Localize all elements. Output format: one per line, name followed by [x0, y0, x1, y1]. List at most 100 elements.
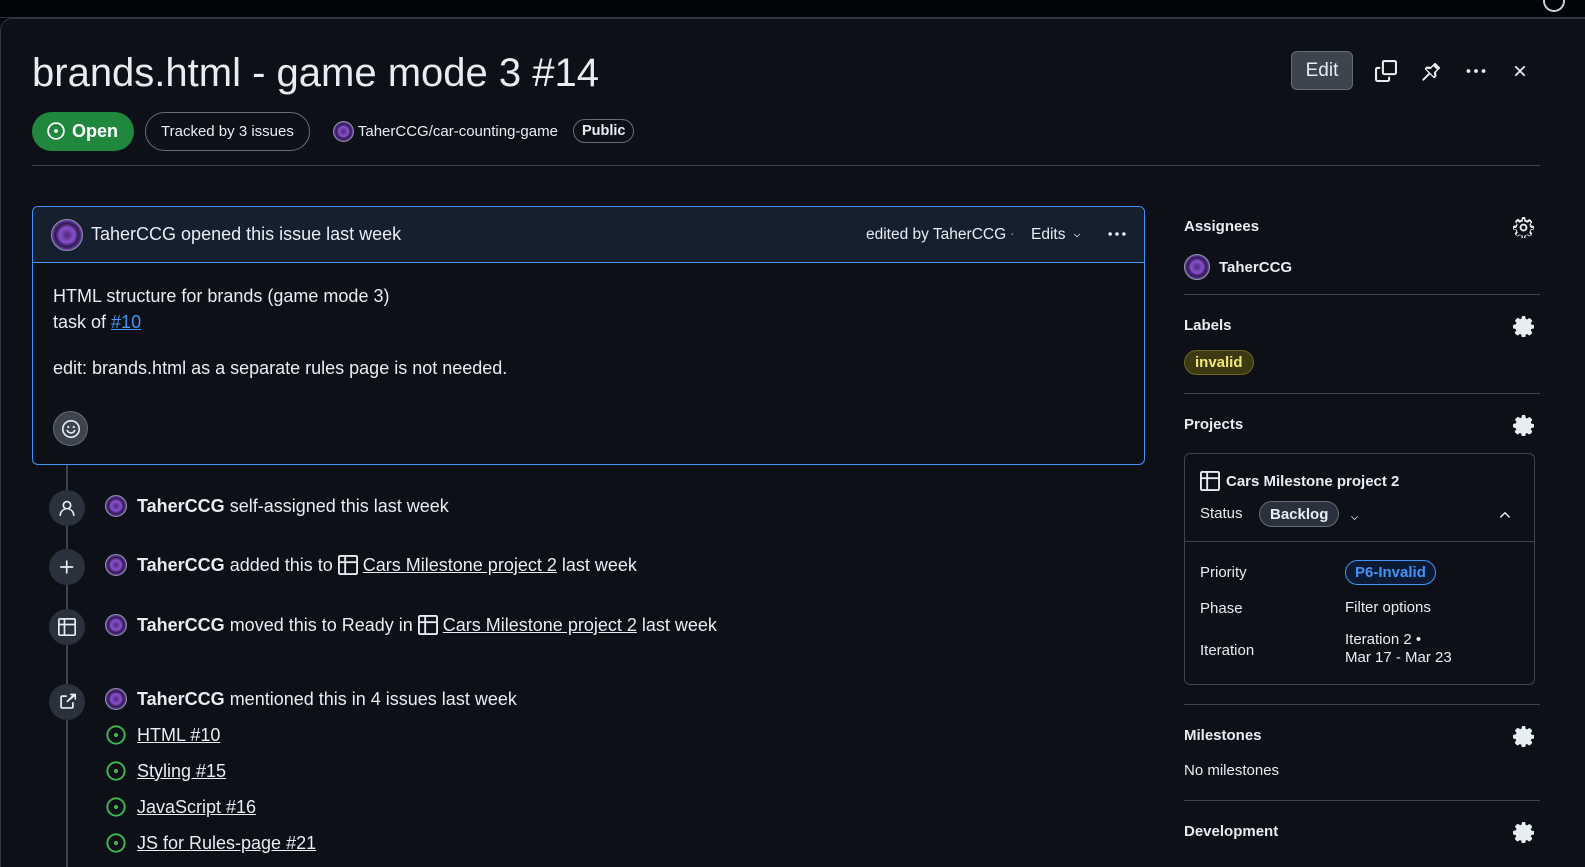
gear-icon[interactable] — [1513, 414, 1535, 439]
issue-open-icon — [47, 122, 65, 140]
assignee-name[interactable]: TaherCCG — [1219, 259, 1292, 276]
edits-label: Edits — [1031, 226, 1066, 243]
author-avatar[interactable] — [51, 218, 83, 251]
body-task-prefix: task of — [53, 312, 107, 332]
mention-link[interactable]: HTML #10 — [137, 725, 220, 746]
mention-link[interactable]: Styling #15 — [137, 761, 226, 782]
labels-list: invalid — [1184, 350, 1540, 376]
event-actor[interactable]: TaherCCG — [137, 689, 225, 710]
chevron-up-icon[interactable] — [1497, 507, 1513, 526]
phase-value[interactable]: Filter options — [1345, 599, 1431, 616]
mention-item[interactable]: JavaScript #16 — [105, 796, 256, 818]
edit-button[interactable]: Edit — [1291, 51, 1353, 90]
pin-icon[interactable] — [1418, 58, 1444, 84]
iteration-value-line-1[interactable]: Iteration 2 • — [1345, 631, 1421, 648]
timeline-event-moved-status: TaherCCG moved this to Ready in Cars Mil… — [105, 614, 717, 636]
milestones-value: No milestones — [1184, 762, 1280, 779]
gear-icon[interactable] — [1513, 725, 1535, 750]
mention-item[interactable]: Styling #15 — [105, 760, 226, 782]
actor-avatar[interactable] — [105, 554, 127, 576]
repo-avatar — [332, 120, 354, 142]
project-title[interactable]: Cars Milestone project 2 — [1200, 471, 1399, 491]
labels-section: Labels — [1184, 315, 1540, 341]
assignee-item[interactable]: TaherCCG — [1184, 254, 1540, 280]
gear-icon[interactable] — [1513, 315, 1535, 340]
external-link-icon — [49, 684, 85, 720]
repo-name[interactable]: TaherCCG/car-counting-game — [358, 123, 558, 140]
state-badge: Open — [32, 111, 135, 151]
mention-item[interactable]: JS for Rules-page #21 — [105, 832, 316, 854]
mention-item[interactable]: HTML #10 — [105, 724, 220, 746]
phase-label: Phase — [1200, 600, 1243, 617]
sidebar-divider — [1184, 294, 1540, 295]
gear-icon[interactable] — [1513, 216, 1535, 241]
priority-value[interactable]: P6-Invalid — [1345, 560, 1436, 585]
smiley-icon — [61, 419, 80, 438]
table-icon — [1200, 471, 1220, 491]
issue-title: brands.html - game mode 3 #14 — [32, 51, 599, 95]
comment-kebab-icon[interactable] — [1105, 224, 1129, 247]
comment-header: TaherCCG opened this issue last week edi… — [33, 207, 1144, 263]
timeline-event-added-to-project: TaherCCG added this to Cars Milestone pr… — [105, 554, 637, 576]
table-icon — [337, 555, 358, 575]
sidebar-divider — [1184, 393, 1540, 394]
iteration-value-line-2[interactable]: Mar 17 - Mar 23 — [1345, 649, 1452, 666]
body-line-1: HTML structure for brands (game mode 3) — [53, 286, 390, 306]
issue-body-comment: TaherCCG opened this issue last week edi… — [32, 206, 1145, 465]
labels-title: Labels — [1184, 317, 1232, 334]
project-link[interactable]: Cars Milestone project 2 — [443, 615, 637, 636]
tracked-by-button[interactable]: Tracked by 3 issues — [145, 111, 310, 151]
milestones-title: Milestones — [1184, 727, 1262, 744]
actor-avatar[interactable] — [105, 614, 127, 636]
event-actor[interactable]: TaherCCG — [137, 615, 225, 636]
event-pre-text: moved this to Ready in — [229, 614, 413, 635]
event-text: mentioned this in 4 issues last week — [229, 688, 517, 709]
header-divider — [32, 165, 1540, 166]
top-bar — [0, 0, 1585, 18]
assignees-section: Assignees — [1184, 216, 1540, 242]
visibility-badge: Public — [572, 119, 635, 143]
event-post-text: last week — [641, 614, 717, 635]
user-avatar-partial[interactable] — [1543, 0, 1565, 12]
mention-link[interactable]: JS for Rules-page #21 — [137, 833, 316, 854]
table-icon — [417, 615, 438, 635]
issue-open-icon — [106, 725, 126, 745]
mention-link[interactable]: JavaScript #16 — [137, 797, 256, 818]
state-label: Open — [72, 120, 119, 141]
milestones-section: Milestones — [1184, 725, 1540, 751]
actor-avatar[interactable] — [105, 495, 127, 517]
timeline-event-assigned: TaherCCG self-assigned this last week — [105, 495, 449, 517]
project-name[interactable]: Cars Milestone project 2 — [1226, 473, 1399, 490]
close-icon[interactable] — [1507, 58, 1533, 84]
issue-panel: brands.html - game mode 3 #14 Edit Open … — [0, 18, 1585, 867]
issue-ref-link[interactable]: #10 — [111, 312, 141, 332]
gear-icon[interactable] — [1513, 821, 1535, 846]
comment-body: HTML structure for brands (game mode 3) … — [33, 263, 1144, 381]
status-dropdown-icon[interactable] — [1348, 511, 1361, 527]
repo-link[interactable]: TaherCCG/car-counting-game — [332, 120, 558, 142]
issue-open-icon — [106, 833, 126, 853]
status-value[interactable]: Backlog — [1259, 501, 1340, 527]
sidebar-divider — [1184, 800, 1540, 801]
edited-by-text: edited by TaherCCG — [866, 226, 1007, 243]
event-actor[interactable]: TaherCCG — [137, 555, 225, 576]
event-post-text: last week — [561, 554, 637, 575]
comment-author[interactable]: TaherCCG — [91, 224, 176, 244]
issue-meta-row: Open Tracked by 3 issues TaherCCG/car-co… — [32, 111, 635, 151]
add-reaction-button[interactable] — [53, 411, 88, 446]
kebab-icon[interactable] — [1463, 58, 1489, 84]
actor-avatar[interactable] — [105, 688, 127, 710]
project-card: Cars Milestone project 2 Status Backlog … — [1184, 453, 1535, 685]
edits-dropdown[interactable]: Edits — [1031, 226, 1083, 244]
person-icon — [49, 490, 85, 526]
copy-icon[interactable] — [1373, 58, 1399, 84]
issue-open-icon — [106, 761, 126, 781]
event-pre-text: added this to — [229, 554, 333, 575]
timeline-event-mentioned: TaherCCG mentioned this in 4 issues last… — [105, 688, 517, 710]
label-invalid[interactable]: invalid — [1184, 350, 1254, 375]
projects-title: Projects — [1184, 416, 1244, 433]
development-section: Development — [1184, 821, 1540, 847]
event-actor[interactable]: TaherCCG — [137, 496, 225, 517]
sidebar-divider — [1184, 704, 1540, 705]
project-link[interactable]: Cars Milestone project 2 — [363, 555, 557, 576]
